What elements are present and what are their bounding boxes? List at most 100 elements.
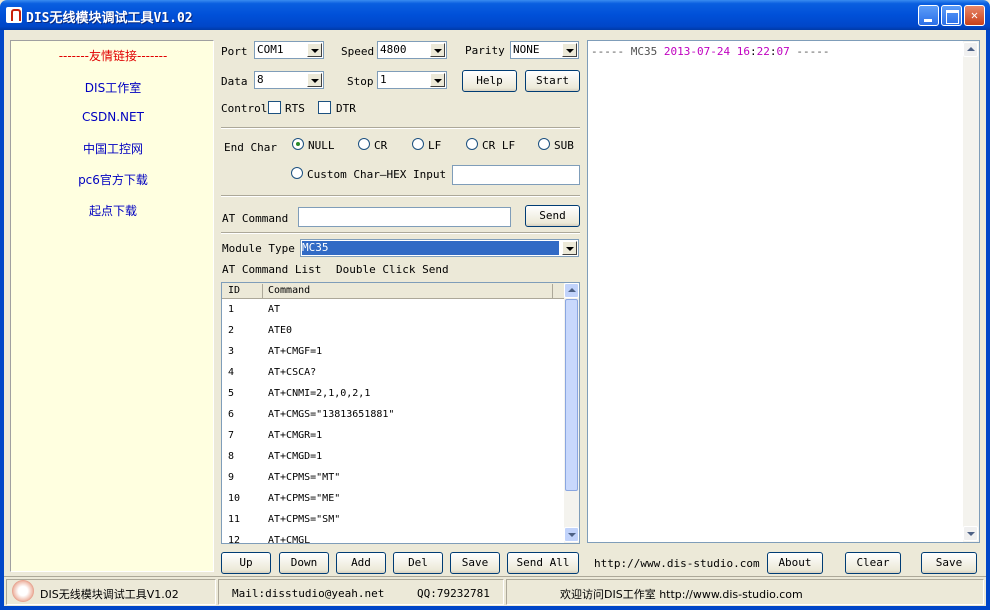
control-label: Control (221, 102, 268, 115)
stop-label: Stop (347, 75, 374, 88)
link-gongkong[interactable]: 中国工控网 (11, 140, 215, 157)
speed-select[interactable]: 4800 (377, 41, 447, 59)
at-command-label: AT Command (222, 212, 289, 225)
list-item[interactable]: 10 AT+CPMS="ME" (222, 490, 564, 511)
help-button[interactable]: Help (462, 70, 517, 92)
dtr-checkbox[interactable] (318, 101, 331, 114)
parity-value: NONE (513, 43, 540, 56)
column-header-command[interactable]: Command (268, 285, 310, 296)
row-command: AT+CPMS="SM" (268, 514, 341, 525)
custom-char-hex-input[interactable] (452, 165, 580, 185)
status-app-name: DIS无线模块调试工具V1.02 (40, 588, 179, 601)
output-date: 2013-07-24 (663, 45, 731, 58)
column-divider[interactable] (552, 284, 553, 298)
close-button[interactable]: ✕ (964, 5, 985, 26)
list-item[interactable]: 4 AT+CSCA? (222, 364, 564, 385)
row-id: 5 (228, 388, 235, 399)
output-dash: ----- (789, 45, 830, 58)
end-char-null-radio[interactable] (292, 138, 304, 150)
website-url[interactable]: http://www.dis-studio.com (594, 557, 760, 570)
list-item[interactable]: 12 AT+CMGL (222, 532, 564, 544)
end-char-cr-label: CR (374, 139, 388, 152)
up-button[interactable]: Up (221, 552, 271, 574)
list-item[interactable]: 5 AT+CNMI=2,1,0,2,1 (222, 385, 564, 406)
clear-button[interactable]: Clear (845, 552, 901, 574)
custom-char-label: Custom Char—HEX Input (307, 168, 447, 181)
end-char-crlf-radio[interactable] (466, 138, 478, 150)
list-item[interactable]: 1 AT (222, 301, 564, 322)
status-qq: QQ:79232781 (417, 587, 490, 600)
down-button[interactable]: Down (279, 552, 329, 574)
send-button[interactable]: Send (525, 205, 580, 227)
chevron-down-icon[interactable] (430, 43, 445, 57)
chevron-down-icon[interactable] (562, 43, 577, 57)
output-textarea[interactable]: ----- MC35 2013-07-24 16:22:07 ----- (587, 40, 980, 543)
rts-checkbox[interactable] (268, 101, 281, 114)
scroll-down-icon[interactable] (564, 527, 579, 542)
send-all-button[interactable]: Send All (507, 552, 579, 574)
row-command: AT (268, 304, 281, 315)
row-id: 10 (228, 493, 241, 504)
list-header: ID Command (222, 283, 564, 299)
data-bits-select[interactable]: 8 (254, 71, 324, 89)
at-command-input[interactable] (298, 207, 511, 227)
chevron-down-icon[interactable] (562, 241, 577, 255)
title-bar[interactable]: DIS无线模块调试工具V1.02 ✕ (0, 0, 990, 30)
row-command: AT+CNMI=2,1,0,2,1 (268, 388, 371, 399)
end-char-sub-radio[interactable] (538, 138, 550, 150)
output-scrollbar[interactable] (963, 41, 979, 542)
list-item[interactable]: 8 AT+CMGD=1 (222, 448, 564, 469)
add-button[interactable]: Add (336, 552, 386, 574)
save-output-button[interactable]: Save (921, 552, 977, 574)
row-command: ATE0 (268, 325, 293, 336)
app-icon[interactable] (6, 7, 22, 23)
column-divider[interactable] (262, 284, 263, 298)
scroll-thumb[interactable] (565, 299, 578, 491)
stop-bits-select[interactable]: 1 (377, 71, 447, 89)
row-id: 4 (228, 367, 235, 378)
port-select[interactable]: COM1 (254, 41, 324, 59)
scroll-up-icon[interactable] (564, 283, 579, 298)
start-button[interactable]: Start (525, 70, 580, 92)
dtr-label: DTR (336, 102, 356, 115)
list-item[interactable]: 6 AT+CMGS="13813651881" (222, 406, 564, 427)
row-id: 3 (228, 346, 235, 357)
end-char-crlf-label: CR LF (482, 139, 516, 152)
module-type-select[interactable]: MC35 (300, 239, 579, 257)
column-header-id[interactable]: ID (228, 285, 240, 296)
list-item[interactable]: 7 AT+CMGR=1 (222, 427, 564, 448)
about-button[interactable]: About (767, 552, 823, 574)
row-id: 6 (228, 409, 235, 420)
end-char-cr-radio[interactable] (358, 138, 370, 150)
link-pc6[interactable]: pc6官方下载 (11, 171, 215, 188)
data-bits-value: 8 (257, 73, 264, 86)
list-item[interactable]: 9 AT+CPMS="MT" (222, 469, 564, 490)
link-dis-studio[interactable]: DIS工作室 (11, 79, 215, 96)
divider (221, 195, 580, 197)
chevron-down-icon[interactable] (307, 73, 322, 87)
delete-button[interactable]: Del (393, 552, 443, 574)
save-list-button[interactable]: Save (450, 552, 500, 574)
row-command: AT+CMGL (268, 535, 311, 544)
chevron-down-icon[interactable] (430, 73, 445, 87)
list-item[interactable]: 11 AT+CPMS="SM" (222, 511, 564, 532)
status-welcome: 欢迎访问DIS工作室 http://www.dis-studio.com (560, 588, 803, 601)
divider (221, 127, 580, 129)
output-colon: : (749, 45, 757, 58)
maximize-button[interactable] (941, 5, 962, 26)
minimize-button[interactable] (918, 5, 939, 26)
link-qidian[interactable]: 起点下载 (11, 202, 215, 219)
list-item[interactable]: 2 ATE0 (222, 322, 564, 343)
scroll-down-icon[interactable] (963, 526, 978, 541)
link-csdn[interactable]: CSDN.NET (11, 110, 215, 124)
at-command-list[interactable]: ID Command 1 AT 2 ATE0 3 AT+CMGF=1 4 AT+CSCA… (221, 282, 580, 544)
list-scrollbar[interactable] (564, 283, 579, 543)
row-command: AT+CMGR=1 (268, 430, 323, 441)
output-line: ----- MC35 2013-07-24 16:22:07 ----- (591, 45, 829, 58)
scroll-up-icon[interactable] (963, 42, 978, 57)
chevron-down-icon[interactable] (307, 43, 322, 57)
list-item[interactable]: 3 AT+CMGF=1 (222, 343, 564, 364)
end-char-lf-radio[interactable] (412, 138, 424, 150)
parity-select[interactable]: NONE (510, 41, 579, 59)
custom-char-radio[interactable] (291, 167, 303, 179)
